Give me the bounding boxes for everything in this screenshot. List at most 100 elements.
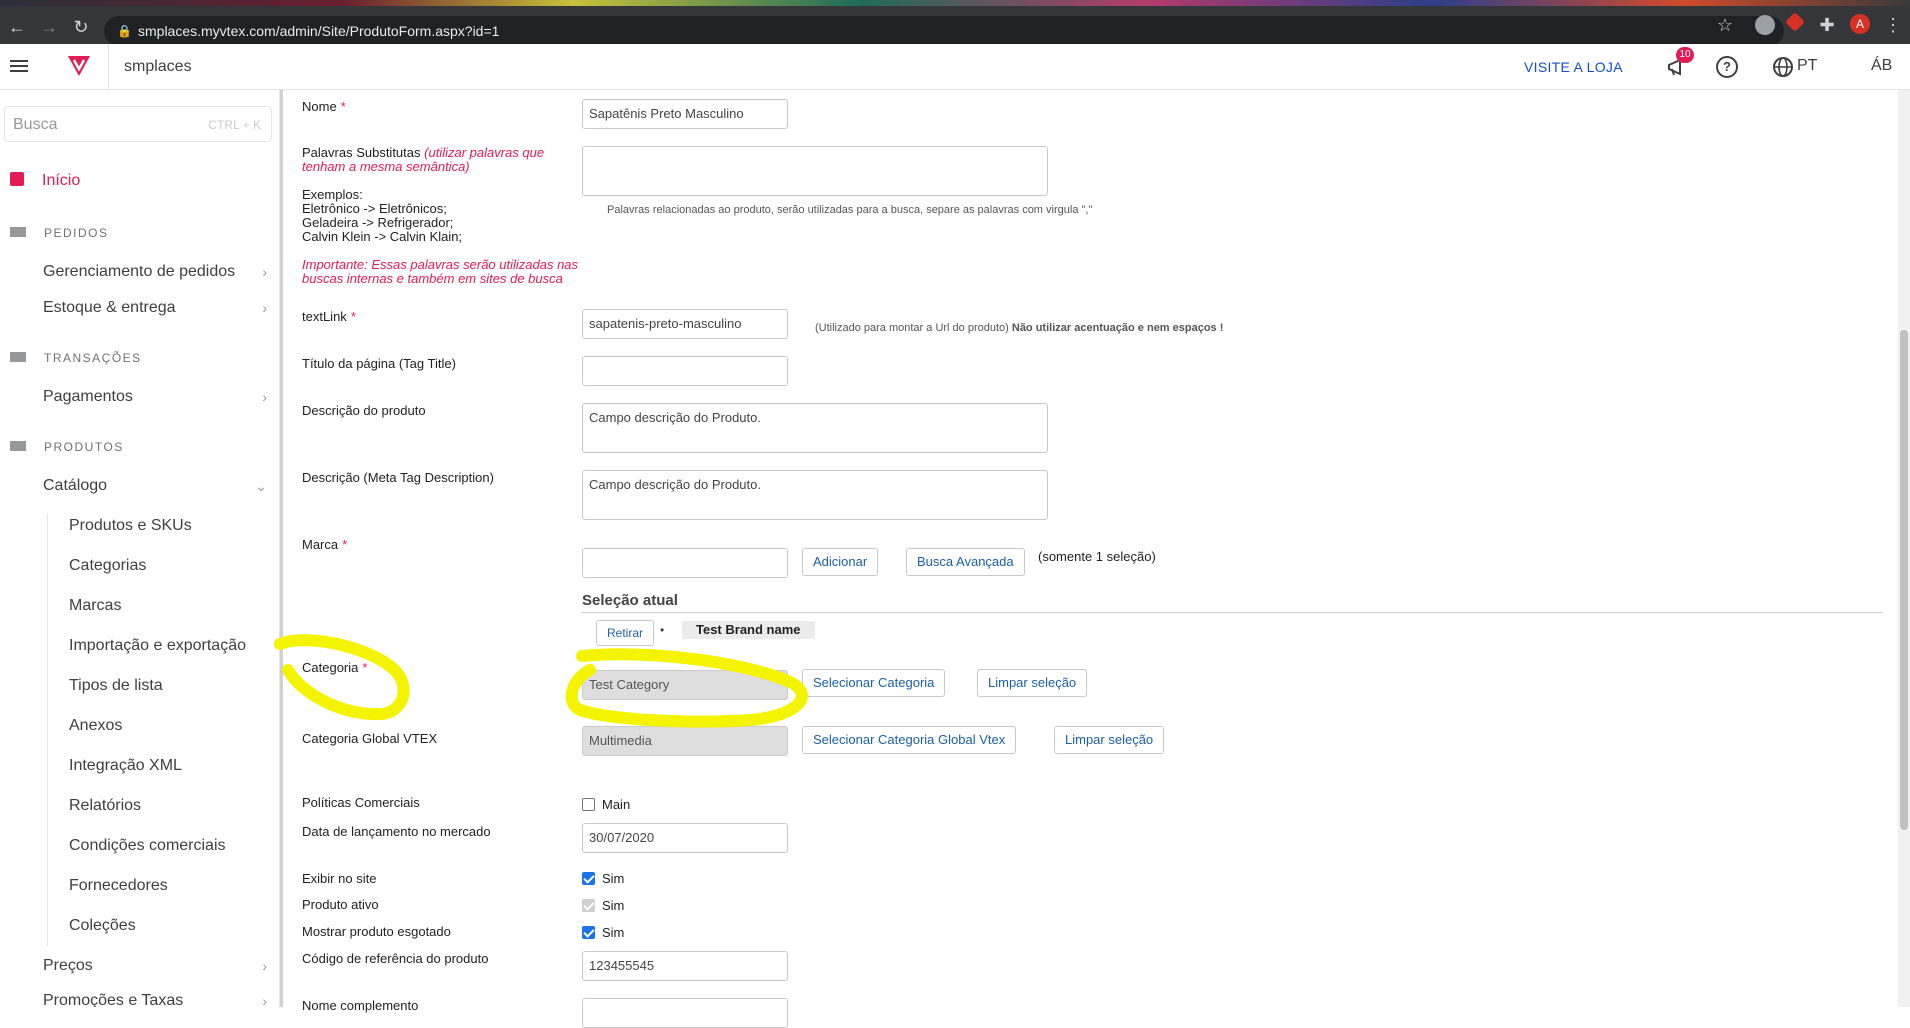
- textlink-input[interactable]: sapatenis-preto-masculino: [582, 309, 788, 339]
- forward-icon[interactable]: →: [40, 18, 58, 36]
- sidebar-subitem[interactable]: Fornecedores: [69, 877, 168, 895]
- exibir-site-label: Exibir no site: [302, 871, 377, 886]
- section-title: PRODUTOS: [44, 440, 124, 454]
- meta-descricao-textarea[interactable]: Campo descrição do Produto.: [582, 470, 1048, 520]
- url-text: smplaces.myvtex.com/admin/Site/ProdutoFo…: [138, 23, 500, 39]
- textlink-hint: (Utilizado para montar a Url do produto)…: [815, 322, 1224, 334]
- hamburger-menu-icon[interactable]: [10, 57, 28, 75]
- store-icon: [10, 172, 24, 186]
- retirar-button[interactable]: Retirar: [596, 620, 655, 646]
- sidebar-item-pagamentos[interactable]: Pagamentos ›: [43, 388, 267, 406]
- palavras-substitutas-textarea[interactable]: [582, 146, 1048, 196]
- selecionar-categoria-button[interactable]: Selecionar Categoria: [802, 669, 946, 697]
- sidebar-search-input[interactable]: Busca CTRL + K: [4, 106, 272, 142]
- sidebar-item-catalogo[interactable]: Catálogo ⌄: [43, 477, 267, 495]
- lock-icon: 🔒: [117, 24, 132, 38]
- sidebar-subitem[interactable]: Tipos de lista: [69, 677, 163, 695]
- complemento-label: Nome complemento: [302, 998, 419, 1013]
- extension-icon[interactable]: [1755, 15, 1775, 35]
- complemento-input[interactable]: [582, 998, 788, 1028]
- sidebar-subitem[interactable]: Coleções: [69, 917, 136, 935]
- chevron-right-icon: ›: [262, 958, 267, 974]
- profile-avatar[interactable]: A: [1850, 14, 1870, 34]
- sidebar-item-home[interactable]: Início: [10, 172, 80, 190]
- limpar-categoria-global-button[interactable]: Limpar seleção: [1054, 726, 1165, 754]
- chevron-right-icon: ›: [262, 993, 267, 1007]
- address-bar[interactable]: 🔒 smplaces.myvtex.com/admin/Site/Produto…: [104, 16, 1784, 46]
- sidebar-subitem[interactable]: Integração XML: [69, 757, 182, 775]
- produto-ativo-label: Produto ativo: [302, 897, 379, 912]
- back-icon[interactable]: ←: [8, 18, 26, 36]
- descricao-label: Descrição do produto: [302, 403, 426, 418]
- bookmark-star-icon[interactable]: ☆: [1716, 16, 1734, 34]
- produto-esgotado-checkbox[interactable]: [582, 926, 595, 939]
- browser-toolbar-inner: ← → ↻ 🔒 smplaces.myvtex.com/admin/Site/P…: [0, 6, 1910, 46]
- produto-ativo-checkbox: [582, 899, 595, 912]
- politica-main-label: Main: [602, 797, 631, 812]
- descricao-textarea[interactable]: Campo descrição do Produto.: [582, 403, 1048, 453]
- marca-busca-avancada-button[interactable]: Busca Avançada: [906, 548, 1025, 576]
- nome-input[interactable]: Sapatênis Preto Masculino: [582, 99, 788, 129]
- sidebar-subitem[interactable]: Relatórios: [69, 797, 141, 815]
- sidebar-item-estoque-entrega[interactable]: Estoque & entrega ›: [43, 299, 267, 317]
- referencia-label: Código de referência do produto: [302, 951, 489, 966]
- user-menu[interactable]: ÁB: [1871, 57, 1892, 75]
- produto-esgotado-label: Mostrar produto esgotado: [302, 924, 451, 939]
- marca-input[interactable]: [582, 548, 788, 578]
- sidebar-item-gerenciamento-pedidos[interactable]: Gerenciamento de pedidos ›: [43, 263, 267, 281]
- main-scrollbar[interactable]: [1898, 90, 1910, 1007]
- categoria-label: Categoria *: [302, 660, 368, 675]
- chevron-down-icon: ⌄: [255, 478, 267, 494]
- puzzle-icon[interactable]: ✚: [1818, 16, 1836, 34]
- referencia-input[interactable]: 123455545: [582, 951, 788, 981]
- vtex-logo-icon: [68, 56, 90, 76]
- meta-descricao-label: Descrição (Meta Tag Description): [302, 470, 494, 485]
- textlink-label: textLink *: [302, 309, 356, 324]
- palavras-importante-note: Importante: Essas palavras serão utiliza…: [302, 257, 579, 286]
- sidebar-item-precos[interactable]: Preços ›: [43, 957, 267, 975]
- selecao-divider: [582, 612, 1882, 613]
- app-header: smplaces VISITE A LOJA 10 ? PT ÁB: [0, 44, 1910, 90]
- limpar-categoria-button[interactable]: Limpar seleção: [977, 669, 1088, 697]
- menu-dots-icon[interactable]: ⋮: [1884, 16, 1902, 34]
- sidebar-item-promocoes[interactable]: Promoções e Taxas ›: [43, 992, 267, 1007]
- visit-store-link[interactable]: VISITE A LOJA: [1524, 59, 1623, 75]
- palavras-exemplos: Exemplos: Eletrônico -> Eletrônicos; Gel…: [302, 187, 463, 244]
- sidebar-subitem[interactable]: Categorias: [69, 557, 146, 575]
- browser-toolbar: ← → ↻ 🔒 smplaces.myvtex.com/admin/Site/P…: [0, 0, 1910, 46]
- submenu-guide-line: [47, 514, 48, 946]
- scrollbar-thumb[interactable]: [1900, 330, 1908, 830]
- categoria-global-input[interactable]: Multimedia: [582, 726, 788, 756]
- nome-label: Nome *: [302, 99, 346, 114]
- categoria-input[interactable]: Test Category: [582, 670, 788, 700]
- chevron-right-icon: ›: [262, 300, 267, 316]
- data-lancamento-label: Data de lançamento no mercado: [302, 824, 491, 839]
- palavras-substitutas-hint: Palavras relacionadas ao produto, serão …: [607, 204, 1093, 216]
- data-lancamento-input[interactable]: 30/07/2020: [582, 823, 788, 853]
- sidebar-subitem[interactable]: Anexos: [69, 717, 122, 735]
- sidebar: Busca CTRL + K Início PEDIDOS Gerenciame…: [0, 90, 280, 1007]
- exibir-site-checkbox[interactable]: [582, 872, 595, 885]
- selection-bullet: •: [660, 623, 665, 637]
- search-placeholder: Busca: [13, 116, 58, 133]
- section-title: TRANSAÇÕES: [44, 351, 142, 365]
- language-selector[interactable]: PT: [1797, 57, 1817, 75]
- sidebar-scrollbar[interactable]: [280, 90, 283, 1007]
- globe-icon[interactable]: [1772, 56, 1794, 78]
- help-icon[interactable]: ?: [1716, 56, 1738, 78]
- sidebar-subitem[interactable]: Marcas: [69, 597, 121, 615]
- reload-icon[interactable]: ↻: [72, 18, 90, 36]
- sidebar-item-label: Pagamentos: [43, 388, 133, 405]
- sidebar-item-label: Catálogo: [43, 477, 108, 494]
- sidebar-subitem[interactable]: Importação e exportação: [69, 637, 246, 655]
- sidebar-subitem[interactable]: Produtos e SKUs: [69, 517, 192, 535]
- extension-red-icon[interactable]: [1785, 12, 1805, 32]
- politica-main-checkbox[interactable]: [582, 798, 595, 811]
- sidebar-subitem[interactable]: Condições comerciais: [69, 837, 226, 855]
- titulo-input[interactable]: [582, 356, 788, 386]
- marca-adicionar-button[interactable]: Adicionar: [802, 548, 879, 576]
- produto-esgotado-option: Sim: [602, 925, 625, 940]
- section-title: PEDIDOS: [44, 226, 109, 240]
- selecionar-categoria-global-button[interactable]: Selecionar Categoria Global Vtex: [802, 726, 1017, 754]
- header-divider: [108, 44, 109, 90]
